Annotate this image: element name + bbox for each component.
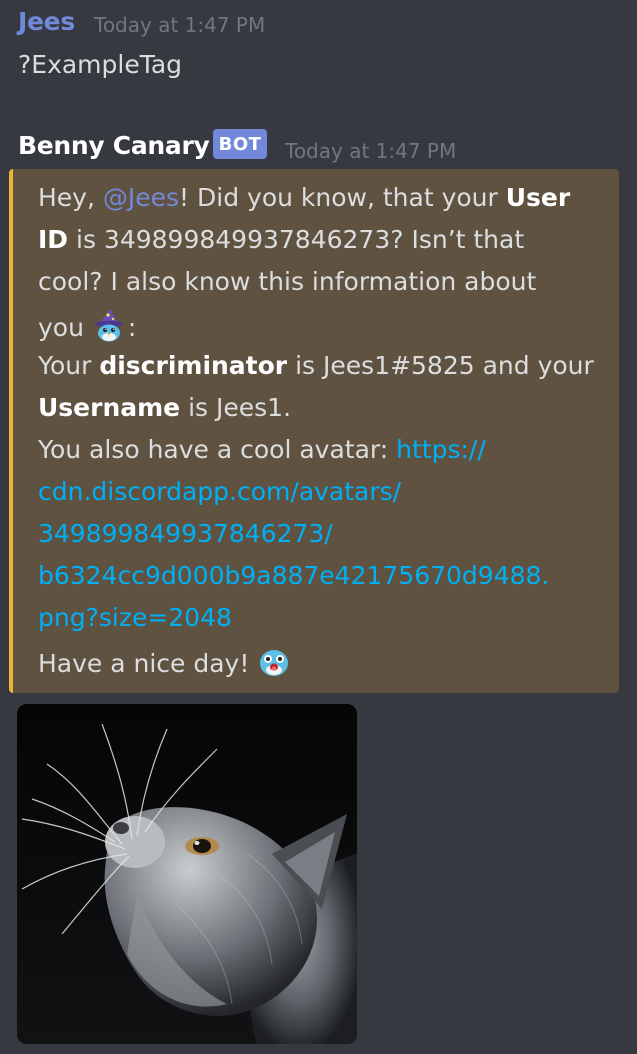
embed-bold-text: discriminator xyxy=(99,351,288,380)
embed-line: 349899849937846273/ xyxy=(38,519,333,548)
embed-text: Your xyxy=(38,351,100,380)
wizard-emoji-icon[interactable] xyxy=(92,309,128,349)
embed-line: Your discriminator is Jees1#5825 and you… xyxy=(38,351,594,380)
embed-text: Hey, xyxy=(38,183,103,212)
embed-text: : xyxy=(127,313,137,342)
user-mention[interactable]: @Jees xyxy=(103,183,179,212)
embed-text: is 349899849937846273? Isn’t that xyxy=(68,225,525,254)
avatar-link[interactable]: b6324cc9d000b9a887e42175670d9488. xyxy=(38,561,549,590)
embed-bold-text: ID xyxy=(38,225,69,254)
embed-line: ID is 349899849937846273? Isn’t that xyxy=(38,225,524,254)
timestamp: Today at 1:47 PM xyxy=(285,139,457,163)
avatar-link[interactable]: png?size=2048 xyxy=(38,603,232,632)
embed-line: png?size=2048 xyxy=(38,603,232,632)
author-name[interactable]: Benny Canary xyxy=(18,131,210,160)
avatar-link[interactable]: cdn.discordapp.com/avatars/ xyxy=(38,477,401,506)
embed-line: cool? I also know this information about xyxy=(38,267,536,296)
embed-line: Have a nice day! xyxy=(38,645,291,685)
embed-line: Hey, @Jees! Did you know, that your User xyxy=(38,183,570,212)
embed-bold-text: Username xyxy=(38,393,181,422)
timestamp: Today at 1:47 PM xyxy=(94,13,266,37)
embed-text: ! Did you know, that your xyxy=(179,183,506,212)
embed-line: b6324cc9d000b9a887e42175670d9488. xyxy=(38,561,549,590)
embed-text: Have a nice day! xyxy=(38,649,258,678)
embed-line: cdn.discordapp.com/avatars/ xyxy=(38,477,401,506)
embed-text: cool? I also know this information about xyxy=(38,267,537,296)
cat-photo-icon xyxy=(17,704,357,1044)
embed-text: is Jees1#5825 and your xyxy=(287,351,594,380)
embed-text: is Jees1. xyxy=(180,393,292,422)
embed-text: You also have a cool avatar: xyxy=(38,435,397,464)
embed-text: you xyxy=(38,313,92,342)
avatar-link[interactable]: 349899849937846273/ xyxy=(38,519,333,548)
bird-emoji-icon[interactable] xyxy=(257,645,291,685)
embed-line: Username is Jees1. xyxy=(38,393,291,422)
embed-line: You also have a cool avatar: https:// xyxy=(38,435,486,464)
bot-tag: BOT xyxy=(213,129,267,159)
author-name[interactable]: Jees xyxy=(18,7,75,36)
embed-bold-text: User xyxy=(505,183,571,212)
message-content: ?ExampleTag xyxy=(18,50,183,79)
avatar-link[interactable]: https:// xyxy=(396,435,486,464)
cat-photo-attachment[interactable] xyxy=(17,704,357,1044)
embed-line: you : xyxy=(38,309,136,349)
